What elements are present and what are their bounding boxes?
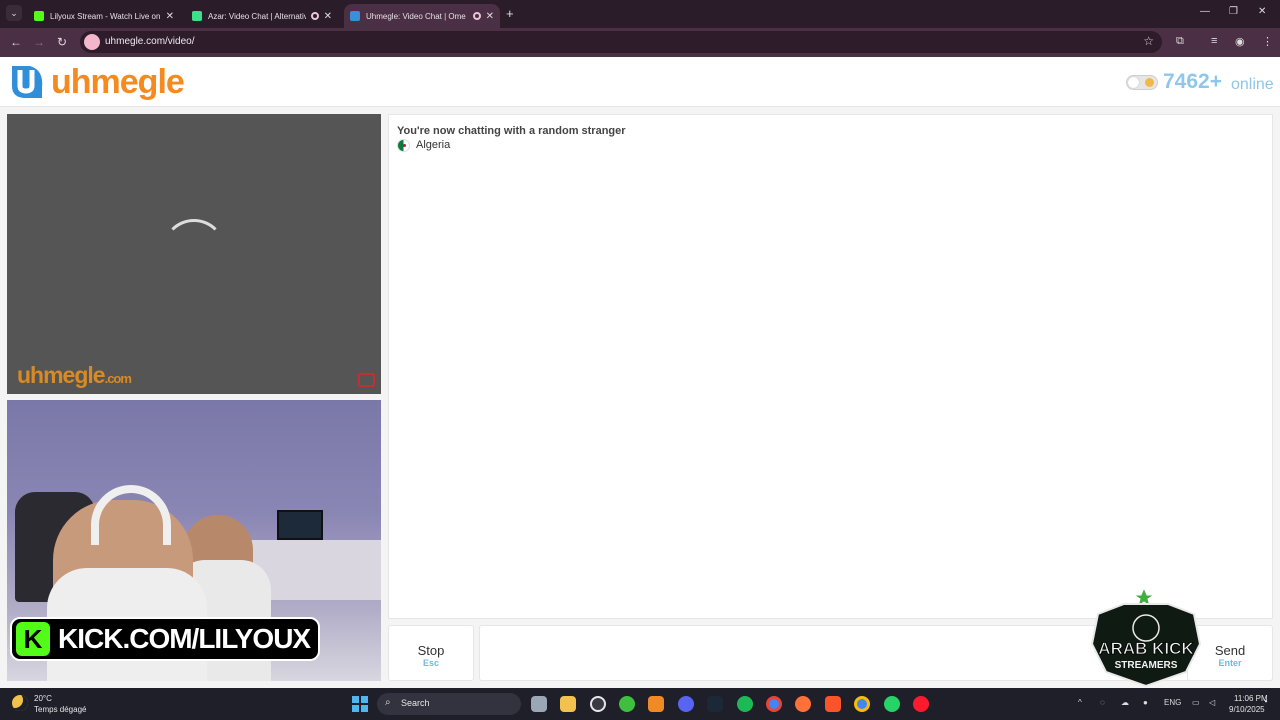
minimize-icon[interactable]: — [1200, 6, 1210, 17]
recording-icon [310, 12, 319, 20]
extensions-puzzle-icon[interactable]: ⧉ [1176, 35, 1184, 48]
kick-overlay-text: KICK.COM/LILYOUX [58, 623, 311, 654]
profile-icon[interactable]: ◉ [1235, 35, 1245, 48]
close-tab-icon[interactable]: ✕ [324, 11, 332, 22]
chrome-icon[interactable] [766, 696, 782, 712]
discord-icon[interactable] [678, 696, 694, 712]
toggle-knob [1128, 77, 1139, 88]
new-tab-button[interactable]: + [506, 6, 514, 21]
media-control-icon[interactable]: ≡ [1211, 35, 1217, 47]
taskbar-search-label: Search [401, 698, 430, 708]
notification-bell-icon[interactable]: ◔ [1262, 697, 1268, 708]
kick-favicon-icon [34, 11, 44, 21]
taskbar-search[interactable]: ⌕ Search [377, 693, 521, 715]
online-label: online [1231, 76, 1274, 93]
tray-app-icon[interactable]: ◌ [1100, 698, 1105, 707]
video-watermark: uhmegle.com [17, 362, 132, 389]
restore-icon[interactable]: ❐ [1229, 6, 1238, 17]
tab-uhmegle[interactable]: Uhmegle: Video Chat | Ome ✕ [344, 4, 500, 28]
opera-icon[interactable] [913, 696, 929, 712]
arab-kick-streamers-logo: ARAB KICK STREAMERS [1090, 588, 1202, 688]
azar-favicon-icon [192, 11, 202, 21]
close-window-icon[interactable]: ✕ [1258, 6, 1266, 17]
close-tab-icon[interactable]: ✕ [486, 11, 494, 22]
bookmark-star-icon[interactable]: ☆ [1143, 34, 1154, 48]
task-view-icon[interactable] [531, 696, 547, 712]
address-bar[interactable]: uhmegle.com/video/ ☆ [80, 31, 1162, 53]
menu-dots-icon[interactable]: ⋮ [1262, 35, 1273, 48]
loading-spinner-icon [162, 219, 226, 283]
uhmegle-logo-icon[interactable] [8, 62, 48, 100]
message-input[interactable] [479, 625, 1194, 681]
windows-start-icon[interactable] [352, 696, 368, 712]
tab-title: Lilyoux Stream - Watch Live on [50, 11, 161, 21]
volume-icon[interactable]: ◁ [1209, 698, 1215, 707]
weather-moon-icon[interactable] [12, 695, 28, 711]
stranger-country: Algeria [416, 139, 451, 151]
os-taskbar: 20°C Temps dégagé ⌕ Search ^ ◌ ☁ ● ENG ▭… [0, 688, 1280, 720]
stop-button-shortcut: Esc [422, 658, 439, 668]
onedrive-icon[interactable]: ☁ [1121, 698, 1129, 707]
kick-app-icon[interactable] [619, 696, 635, 712]
firefox-icon[interactable] [795, 696, 811, 712]
tab-azar[interactable]: Azar: Video Chat | Alternativ ✕ [186, 4, 338, 28]
forward-arrow-icon[interactable]: → [33, 35, 45, 49]
arab-kick-text: ARAB KICK [1098, 639, 1194, 658]
reload-icon[interactable]: ↻ [57, 35, 67, 49]
steam-icon[interactable] [707, 696, 723, 712]
file-explorer-icon[interactable] [560, 696, 576, 712]
kick-logo-icon: K [16, 622, 50, 656]
uhmegle-favicon-icon [350, 11, 360, 21]
theme-toggle[interactable] [1126, 75, 1158, 90]
streamers-text: STREAMERS [1115, 660, 1178, 671]
tab-lilyoux[interactable]: Lilyoux Stream - Watch Live on ✕ [28, 4, 180, 28]
algeria-flag-icon [397, 139, 410, 152]
stop-button-label: Stop [417, 643, 445, 658]
obs-icon[interactable] [590, 696, 606, 712]
stop-button[interactable]: Stop Esc [388, 625, 474, 681]
site-header: uhmegle 7462+ online [0, 57, 1280, 107]
stranger-video: uhmegle.com [7, 114, 381, 394]
weather-temperature: 20°C [34, 694, 52, 703]
online-count: 7462+ [1163, 70, 1222, 93]
kick-overlay-badge: K KICK.COM/LILYOUX [10, 617, 321, 661]
chat-status-message: You're now chatting with a random strang… [397, 125, 626, 137]
whatsapp-icon[interactable] [884, 696, 900, 712]
sun-icon [1145, 78, 1154, 87]
self-video: K KICK.COM/LILYOUX [7, 400, 381, 681]
language-indicator[interactable]: ENG [1164, 698, 1181, 707]
headphones-icon [91, 485, 171, 545]
video-background-tv [277, 510, 323, 540]
site-info-icon[interactable] [84, 34, 100, 50]
microphone-icon[interactable]: ● [1143, 698, 1148, 707]
url-text: uhmegle.com/video/ [105, 36, 195, 47]
browser-toolbar: ← → ↻ uhmegle.com/video/ ☆ ⧉ ≡ ◉ ⋮ [0, 28, 1280, 57]
clock-date[interactable]: 9/10/2025 [1229, 705, 1265, 714]
close-tab-icon[interactable]: ✕ [166, 11, 174, 22]
report-flag-icon[interactable] [358, 373, 375, 387]
back-arrow-icon[interactable]: ← [10, 35, 22, 49]
watermark-suffix: .com [104, 371, 132, 386]
browser-tab-bar: ⌄ Lilyoux Stream - Watch Live on ✕ Azar:… [0, 0, 1280, 28]
vlc-icon[interactable] [648, 696, 664, 712]
chrome-active-icon[interactable] [854, 696, 870, 712]
tab-title: Azar: Video Chat | Alternativ [208, 11, 306, 21]
network-icon[interactable]: ▭ [1192, 698, 1200, 707]
chat-log: You're now chatting with a random strang… [388, 114, 1273, 619]
weather-condition: Temps dégagé [34, 705, 87, 714]
site-logo-text[interactable]: uhmegle [51, 63, 185, 102]
tab-search-button[interactable]: ⌄ [6, 5, 22, 21]
brave-icon[interactable] [825, 696, 841, 712]
spotify-icon[interactable] [737, 696, 753, 712]
search-icon: ⌕ [385, 697, 391, 708]
watermark-main: uhmegle [17, 362, 106, 388]
recording-icon [472, 12, 481, 20]
tray-overflow-icon[interactable]: ^ [1078, 698, 1082, 707]
tab-title: Uhmegle: Video Chat | Ome [366, 11, 466, 21]
